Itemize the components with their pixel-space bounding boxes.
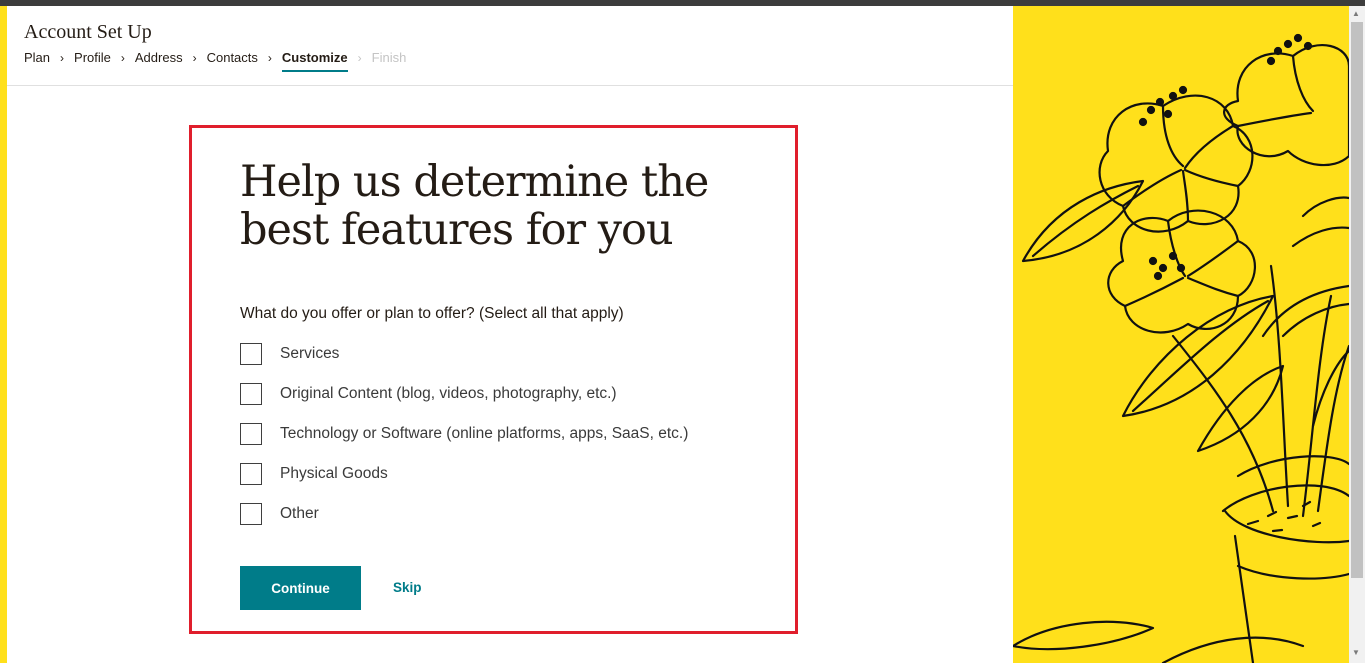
breadcrumb-customize[interactable]: Customize	[281, 50, 348, 72]
scroll-up-icon[interactable]: ▲	[1352, 9, 1360, 18]
checkbox[interactable]	[240, 383, 262, 405]
form-heading: Help us determine the best features for y…	[240, 158, 760, 254]
chevron-right-icon: ›	[60, 51, 65, 65]
page-title: Account Set Up	[24, 21, 152, 43]
option-label: Technology or Software (online platforms…	[280, 425, 689, 442]
chevron-right-icon: ›	[120, 51, 125, 65]
skip-link[interactable]: Skip	[393, 580, 422, 595]
option-physical-goods[interactable]: Physical Goods	[240, 462, 388, 486]
breadcrumb-profile[interactable]: Profile	[74, 50, 111, 66]
question-label: What do you offer or plan to offer? (Sel…	[240, 305, 624, 322]
option-other[interactable]: Other	[240, 502, 319, 526]
chevron-right-icon: ›	[267, 51, 272, 65]
breadcrumb-address[interactable]: Address	[135, 50, 183, 66]
continue-button[interactable]: Continue	[240, 566, 361, 610]
left-brand-strip	[0, 6, 7, 663]
option-technology-software[interactable]: Technology or Software (online platforms…	[240, 422, 688, 446]
heading-line-1: Help us determine the	[240, 157, 709, 207]
option-original-content[interactable]: Original Content (blog, videos, photogra…	[240, 382, 617, 406]
breadcrumb: Plan › Profile › Address › Contacts › Cu…	[24, 50, 406, 80]
checkbox[interactable]	[240, 503, 262, 525]
checkbox[interactable]	[240, 463, 262, 485]
chevron-right-icon: ›	[357, 51, 362, 65]
breadcrumb-contacts[interactable]: Contacts	[207, 50, 258, 66]
checkbox[interactable]	[240, 423, 262, 445]
checkbox[interactable]	[240, 343, 262, 365]
breadcrumb-plan[interactable]: Plan	[24, 50, 50, 66]
scroll-down-icon[interactable]: ▼	[1352, 648, 1360, 657]
option-label: Services	[280, 345, 340, 362]
option-label: Original Content (blog, videos, photogra…	[280, 385, 617, 402]
option-services[interactable]: Services	[240, 342, 339, 366]
plant-drawing	[1013, 33, 1349, 663]
breadcrumb-finish: Finish	[371, 50, 407, 65]
option-label: Other	[280, 505, 319, 522]
page-header: Account Set Up Plan › Profile › Address …	[7, 6, 1013, 86]
option-label: Physical Goods	[280, 465, 388, 482]
plant-illustration	[1013, 6, 1349, 663]
chevron-right-icon: ›	[192, 51, 197, 65]
heading-line-2: best features for you	[240, 205, 674, 255]
scrollbar-thumb[interactable]	[1351, 22, 1363, 578]
